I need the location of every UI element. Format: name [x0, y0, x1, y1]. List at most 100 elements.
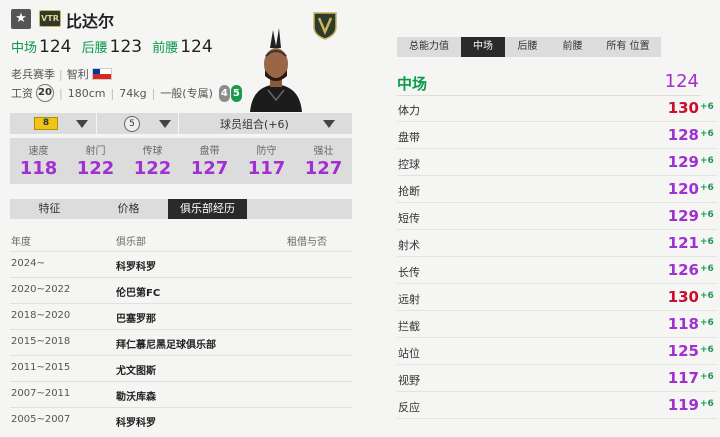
- history-row: 2018~2020 巴塞罗那: [10, 303, 352, 327]
- level-dropdown-icon[interactable]: [76, 113, 88, 134]
- attribute-value: 120: [667, 180, 699, 198]
- attribute-row: 反应 119 +6: [397, 392, 717, 419]
- history-row: 2015~2018 拜仁慕尼黑足球俱乐部: [10, 329, 352, 353]
- tab-club-history[interactable]: 俱乐部经历: [168, 199, 247, 219]
- boost-value: 5: [124, 115, 140, 132]
- history-col-year: 年度: [11, 237, 31, 248]
- upgrade-selectors: 8 5 球员组合(+6): [10, 113, 352, 134]
- history-year: 2005~2007: [11, 414, 71, 425]
- position-tabs: 总能力值 中场 后腰 前腰 所有 位置: [397, 37, 661, 57]
- combo-selector[interactable]: 球员组合(+6): [220, 113, 289, 134]
- weight: 74kg: [119, 86, 147, 100]
- stat-label: 盘带: [199, 146, 220, 157]
- chile-flag-icon: [92, 68, 113, 80]
- tab-overall[interactable]: 总能力值: [397, 37, 461, 57]
- stat-dribbling: 盘带 127: [181, 138, 238, 179]
- position-label: 前腰: [152, 41, 179, 56]
- attribute-value: 129: [667, 207, 699, 225]
- attribute-bonus: +6: [700, 156, 714, 166]
- stat-pace: 速度 118: [10, 138, 67, 179]
- tab-price[interactable]: 价格: [89, 199, 168, 219]
- history-col-club: 俱乐部: [116, 237, 146, 248]
- position-label: 中场: [11, 41, 38, 56]
- attribute-name: 远射: [398, 293, 420, 306]
- history-row: 2024~ 科罗科罗: [10, 251, 352, 275]
- attribute-bonus: +6: [700, 291, 714, 301]
- attribute-value: 130: [667, 99, 699, 117]
- history-club: 尤文图斯: [116, 366, 156, 377]
- history-year: 2018~2020: [11, 310, 71, 321]
- attribute-row: 拦截 118 +6: [397, 311, 717, 338]
- attribute-bonus: +6: [700, 372, 714, 382]
- height: 180cm: [67, 86, 106, 100]
- history-club: 拜仁慕尼黑足球俱乐部: [116, 340, 216, 351]
- history-club: 科罗科罗: [116, 418, 156, 429]
- detail-tabs: 特征 价格 俱乐部经历: [10, 199, 352, 219]
- player-name: 比达尔: [66, 12, 115, 31]
- level-selector[interactable]: 8: [34, 113, 58, 134]
- attribute-name: 控球: [398, 158, 420, 171]
- history-row: 2020~2022 伦巴第FC: [10, 277, 352, 301]
- stat-value: 117: [247, 158, 286, 179]
- stat-value: 122: [76, 158, 115, 179]
- attribute-row: 控球 129 +6: [397, 149, 717, 176]
- attribute-row: 站位 125 +6: [397, 338, 717, 365]
- history-row: 2007~2011 勒沃库森: [10, 381, 352, 405]
- attribute-bonus: +6: [700, 345, 714, 355]
- stat-passing: 传球 122: [124, 138, 181, 179]
- history-club: 伦巴第FC: [116, 288, 161, 299]
- attribute-bonus: +6: [700, 399, 714, 409]
- attribute-name: 抢断: [398, 185, 420, 198]
- attribute-row: 射术 121 +6: [397, 230, 717, 257]
- attribute-value: 128: [667, 126, 699, 144]
- attribute-name: 盘带: [398, 131, 420, 144]
- favorite-star-icon[interactable]: ★: [11, 9, 31, 29]
- attribute-bonus: +6: [700, 102, 714, 112]
- position-value: 123: [109, 37, 143, 57]
- history-col-loan: 租借与否: [287, 237, 327, 248]
- stat-label: 速度: [28, 146, 49, 157]
- history-year: 2011~2015: [11, 362, 71, 373]
- history-row: 2005~2007 科罗科罗: [10, 407, 352, 431]
- player-meta-season: 老兵赛季 | 智利: [11, 66, 113, 82]
- wage-value: 20: [36, 84, 54, 102]
- position-value: 124: [39, 37, 72, 57]
- stat-label: 传球: [142, 146, 163, 157]
- summary-stats: 速度 118 射门 122 传球 122 盘带 127 防守 117 强壮 12…: [10, 138, 352, 184]
- weak-foot-badge: 4: [218, 84, 230, 102]
- attribute-bonus: +6: [700, 264, 714, 274]
- attribute-name: 视野: [398, 374, 420, 387]
- attribute-bonus: +6: [700, 237, 714, 247]
- season-badge: VTR: [39, 10, 61, 27]
- history-row: 2011~2015 尤文图斯: [10, 355, 352, 379]
- player-photo: [250, 28, 302, 112]
- player-meta-physical: 工资 20 | 180cm | 74kg | 一般(专属) 4 5: [11, 84, 242, 102]
- attribute-value: 117: [667, 369, 699, 387]
- position-summary-label: 中场: [397, 75, 428, 93]
- history-year: 2020~2022: [11, 284, 71, 295]
- tab-cdm[interactable]: 后腰: [505, 37, 550, 57]
- boost-dropdown-icon[interactable]: [159, 113, 171, 134]
- body-type: 一般(专属): [160, 87, 213, 100]
- history-year: 2015~2018: [11, 336, 71, 347]
- attribute-value: 125: [667, 342, 699, 360]
- history-club: 勒沃库森: [116, 392, 156, 403]
- combo-dropdown-icon[interactable]: [323, 113, 335, 134]
- position-summary-value: 124: [664, 71, 699, 92]
- boost-selector[interactable]: 5: [124, 113, 140, 134]
- attribute-bonus: +6: [700, 210, 714, 220]
- stat-value: 118: [19, 158, 58, 179]
- attribute-name: 短传: [398, 212, 420, 225]
- season-name: 老兵赛季: [11, 68, 55, 81]
- history-club: 科罗科罗: [116, 262, 156, 273]
- stat-value: 127: [190, 158, 229, 179]
- attribute-value: 119: [667, 396, 699, 414]
- club-logo-icon: [313, 12, 337, 40]
- stat-label: 射门: [85, 146, 106, 157]
- tab-cm[interactable]: 中场: [461, 37, 505, 57]
- tab-traits[interactable]: 特征: [10, 199, 89, 219]
- attribute-row: 短传 129 +6: [397, 203, 717, 230]
- combo-label: 球员组合(+6): [220, 117, 289, 131]
- tab-all-positions[interactable]: 所有 位置: [595, 37, 661, 57]
- tab-cam[interactable]: 前腰: [550, 37, 595, 57]
